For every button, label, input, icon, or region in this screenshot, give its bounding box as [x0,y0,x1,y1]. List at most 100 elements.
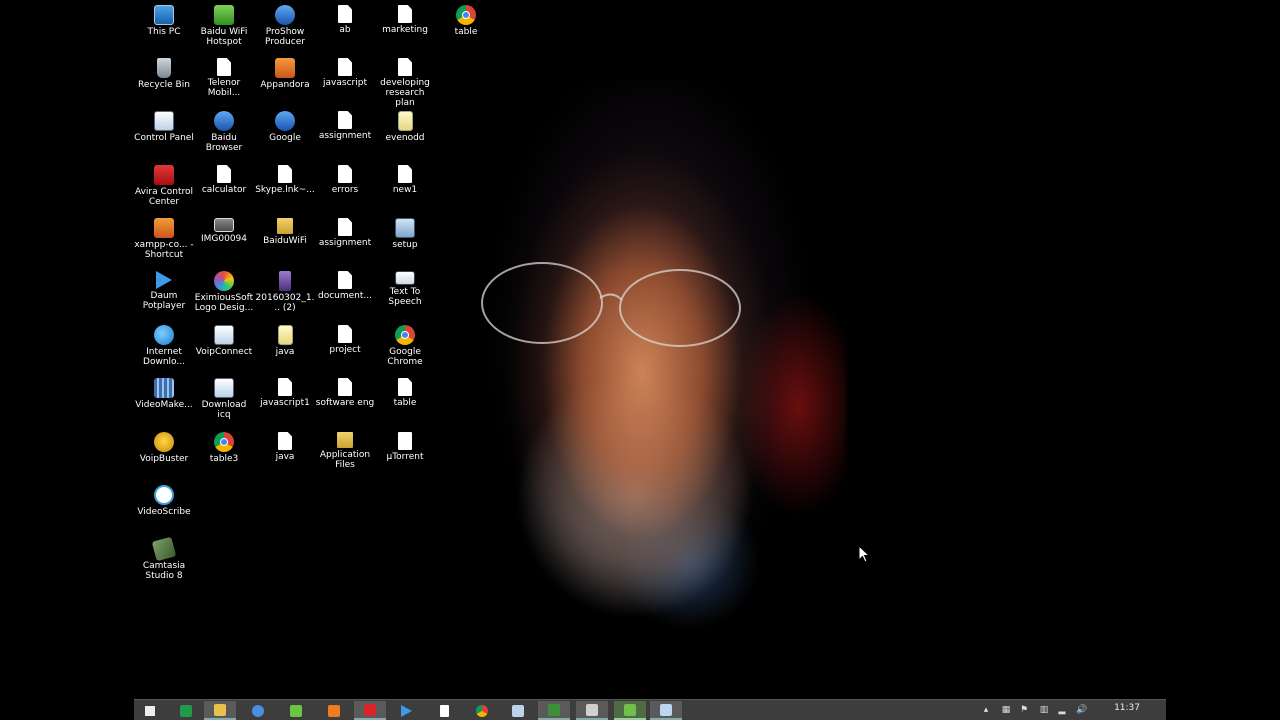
taskbar-button[interactable] [390,701,422,720]
taskbar-clock[interactable]: 11:37 [1114,703,1140,713]
taskbar-button[interactable] [502,701,534,720]
desktop-icon[interactable]: IMG00094 [194,218,254,244]
desktop-icon[interactable]: Google Chrome [375,325,435,367]
desktop-icon[interactable]: evenodd [375,111,435,143]
desktop-icon-label: Download icq [201,400,247,420]
desktop-icon[interactable]: Control Panel [134,111,194,143]
desktop-icon[interactable]: errors [315,165,375,195]
taskbar-button[interactable] [204,701,236,720]
windows-icon[interactable]: ▦ [1000,704,1012,716]
document-icon [439,704,449,717]
taskbar-button[interactable] [538,701,570,720]
desktop-icon[interactable]: developing research plan [375,58,435,108]
desktop-icon[interactable]: Internet Downlo... [134,325,194,367]
desktop-icon[interactable]: Skype.lnk~... [255,165,315,195]
desktop-icon[interactable]: table [375,378,435,408]
desktop-icon[interactable]: ProShow Producer [255,5,315,47]
desktop-icon-label: evenodd [385,133,425,143]
taskbar-button[interactable] [650,701,682,720]
camtasia-icon [151,536,177,562]
desktop-icon-label: java [275,347,295,357]
desktop-icon-label: table [454,27,478,37]
desktop-icon-label: Internet Downlo... [143,347,185,367]
wifi-hotspot-icon [214,5,234,25]
desktop-icon[interactable]: Baidu WiFi Hotspot [194,5,254,47]
desktop-icon[interactable]: Download icq [194,378,254,420]
network-signal-icon[interactable]: ▂ [1056,704,1068,716]
show-hidden-icons-chevron-icon[interactable]: ▴ [980,704,992,716]
setup-icon [395,218,415,238]
desktop-icon[interactable]: software eng [315,378,375,408]
desktop-icon-label: javascript [323,78,367,88]
desktop-icon[interactable]: document... [315,271,375,301]
desktop-icon[interactable]: assignment [315,218,375,248]
desktop-icon[interactable]: µTorrent [375,432,435,462]
notepad-icon [397,111,413,131]
desktop-icon[interactable]: Daum Potplayer [134,271,194,311]
desktop-icon[interactable]: java [255,432,315,462]
desktop-icon-label: Skype.lnk~... [255,185,315,195]
desktop-icon-label: Avira Control Center [134,187,194,207]
desktop-icon-label: Recycle Bin [138,80,190,90]
desktop-icon-label: ab [339,25,351,35]
desktop-icon-label: Appandora [260,80,310,90]
volume-icon[interactable]: 🔊 [1076,704,1088,716]
desktop-icon[interactable]: BaiduWiFi [255,218,315,246]
desktop-icon[interactable]: 20160302_1... (2) [255,271,315,313]
document-icon [338,5,352,23]
taskbar-button[interactable] [466,701,498,720]
desktop-icon[interactable]: ab [315,5,375,35]
desktop-icon[interactable]: Camtasia Studio 8 [134,536,194,581]
desktop-icon-label: errors [331,185,359,195]
desktop-icon[interactable]: VideoScribe [134,485,194,517]
taskbar-button[interactable] [428,701,460,720]
desktop-icon[interactable]: VideoMake... [134,378,194,410]
desktop-icon[interactable]: Application Files [315,432,375,470]
desktop-icon[interactable]: Telenor Mobil... [194,58,254,98]
desktop-icon-label: This PC [147,27,181,37]
desktop-icon-label: calculator [201,185,247,195]
videoscribe-icon [154,485,174,505]
desktop-icon[interactable]: setup [375,218,435,250]
taskbar-button[interactable] [280,701,312,720]
taskbar-button[interactable] [318,701,350,720]
desktop-icon[interactable]: Avira Control Center [134,165,194,207]
desktop-icon[interactable]: project [315,325,375,355]
desktop-icon[interactable]: table [436,5,496,37]
action-center-flag-icon[interactable]: ⚑ [1018,704,1030,716]
desktop-icon[interactable]: Text To Speech [375,271,435,307]
desktop-icon[interactable]: VoipBuster [134,432,194,464]
desktop-icon[interactable]: Appandora [255,58,315,90]
taskbar-button[interactable] [170,701,202,720]
desktop-icon[interactable]: new1 [375,165,435,195]
potplayer-icon [156,271,172,289]
document-icon [398,58,412,76]
desktop-icon[interactable]: Baidu Browser [194,111,254,153]
desktop-icon[interactable]: EximiousSoft Logo Desig... [194,271,254,313]
desktop-icon[interactable]: assignment [315,111,375,141]
desktop-icon[interactable]: table3 [194,432,254,464]
taskbar-button[interactable] [354,701,386,720]
desktop-icon[interactable]: java [255,325,315,357]
taskbar-button[interactable] [242,701,274,720]
desktop-icon[interactable]: xampp-co... - Shortcut [134,218,194,260]
desktop-icon[interactable]: javascript [315,58,375,88]
desktop-icon-label: marketing [382,25,428,35]
desktop-icon[interactable]: calculator [194,165,254,195]
taskbar-button[interactable] [576,701,608,720]
power-plug-icon[interactable]: ▥ [1038,704,1050,716]
utorrent-icon [398,432,412,450]
desktop-icon[interactable]: marketing [375,5,435,35]
document-icon [217,165,231,183]
desktop-icon-label: assignment [318,131,372,141]
desktop-icon[interactable]: Recycle Bin [134,58,194,90]
taskbar-button[interactable] [134,701,166,720]
desktop-icon[interactable]: This PC [134,5,194,37]
desktop-icon-label: Baidu WiFi Hotspot [200,27,248,47]
taskbar-button[interactable] [614,701,646,720]
text-to-speech-icon [395,271,415,285]
desktop-icon[interactable]: javascript1 [255,378,315,408]
desktop-icon[interactable]: VoipConnect [194,325,254,357]
notepad-icon [660,703,672,716]
desktop-icon[interactable]: Google [255,111,315,143]
